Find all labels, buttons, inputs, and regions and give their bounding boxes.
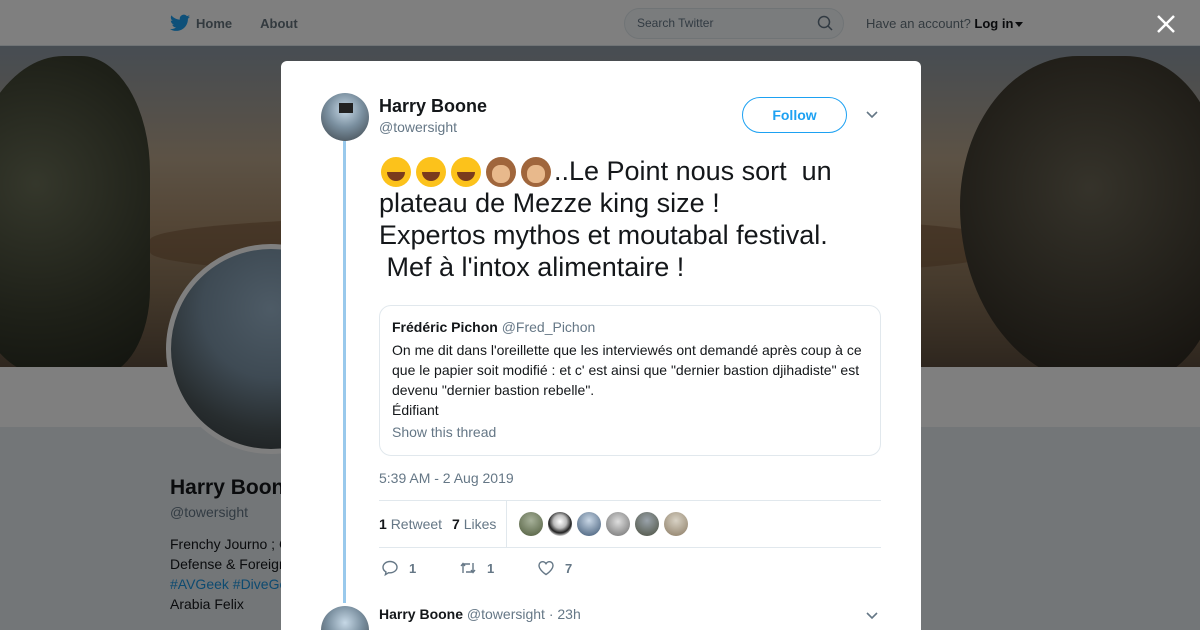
tweet-author-handle[interactable]: @towersight — [379, 119, 457, 135]
retweet-stat[interactable]: 1 Retweet — [379, 516, 442, 532]
close-icon[interactable] — [1154, 12, 1178, 36]
like-button[interactable]: 7 — [537, 559, 587, 577]
quoted-tweet[interactable]: Frédéric Pichon @Fred_Pichon On me dit d… — [379, 305, 881, 456]
thread-connector-line — [343, 141, 346, 603]
chevron-down-icon[interactable] — [865, 108, 879, 122]
see-no-evil-monkey-emoji-icon — [484, 155, 519, 187]
retweet-icon — [460, 562, 476, 574]
tears-of-joy-emoji-icon — [449, 155, 484, 187]
reply-button[interactable]: 1 — [381, 559, 431, 577]
tweet-text-line: Mef à l'intox alimentaire ! — [379, 252, 685, 282]
retweet-stat-label: Retweet — [390, 516, 443, 532]
see-no-evil-monkey-emoji-icon — [519, 155, 554, 187]
liker-avatar[interactable] — [577, 512, 602, 536]
tears-of-joy-emoji-icon — [414, 155, 449, 187]
tweet-text-line: ..Le Point nous sort un — [554, 156, 832, 186]
stats-divider — [506, 500, 508, 548]
quoted-author-name: Frédéric Pichon — [392, 319, 498, 335]
tweet-stats: 1 Retweet 7 Likes — [379, 500, 881, 548]
quoted-text: On me dit dans l'oreillette que les inte… — [392, 342, 862, 398]
retweet-button[interactable]: 1 — [459, 559, 509, 577]
reply-author-handle[interactable]: @towersight — [467, 606, 545, 622]
liker-avatar[interactable] — [548, 512, 573, 536]
follow-button[interactable]: Follow — [742, 97, 847, 133]
like-action-count: 7 — [565, 560, 573, 576]
chevron-down-icon[interactable] — [865, 609, 879, 623]
show-thread-link[interactable]: Show this thread — [392, 424, 868, 440]
tweet-modal: Harry Boone @towersight Follow ..Le Poin… — [281, 61, 921, 630]
likes-stat[interactable]: 7 Likes — [452, 516, 496, 532]
liker-avatar[interactable] — [635, 512, 660, 536]
liker-avatars — [519, 512, 689, 536]
reply-icon — [382, 560, 398, 577]
heart-icon — [538, 560, 554, 576]
tweet-author-name[interactable]: Harry Boone — [379, 96, 487, 117]
tweet-author-avatar[interactable] — [321, 93, 369, 141]
tweet-text-line: plateau de Mezze king size ! — [379, 188, 720, 218]
reply-time[interactable]: · 23h — [549, 606, 581, 622]
quoted-text: Édifiant — [392, 402, 439, 418]
likes-stat-label: Likes — [463, 516, 497, 532]
liker-avatar[interactable] — [606, 512, 631, 536]
retweet-count: 1 — [379, 516, 387, 532]
reply-count: 1 — [409, 560, 417, 576]
reply-author-name[interactable]: Harry Boone — [379, 606, 463, 622]
tweet-text: ..Le Point nous sort un plateau de Mezze… — [379, 155, 889, 283]
reply-header: Harry Boone @towersight · 23h — [379, 606, 581, 622]
quoted-author-handle: @Fred_Pichon — [501, 319, 596, 335]
likes-count: 7 — [452, 516, 460, 532]
liker-avatar[interactable] — [664, 512, 689, 536]
quoted-tweet-header: Frédéric Pichon @Fred_Pichon — [392, 319, 868, 335]
quoted-tweet-body: On me dit dans l'oreillette que les inte… — [392, 340, 868, 420]
tweet-timestamp[interactable]: 5:39 AM - 2 Aug 2019 — [379, 470, 514, 486]
liker-avatar[interactable] — [519, 512, 544, 536]
reply-author-avatar[interactable] — [321, 606, 369, 630]
tweet-text-line: Expertos mythos et moutabal festival. — [379, 220, 828, 250]
tweet-actions: 1 1 7 — [381, 559, 587, 577]
tears-of-joy-emoji-icon — [379, 155, 414, 187]
retweet-action-count: 1 — [487, 560, 495, 576]
